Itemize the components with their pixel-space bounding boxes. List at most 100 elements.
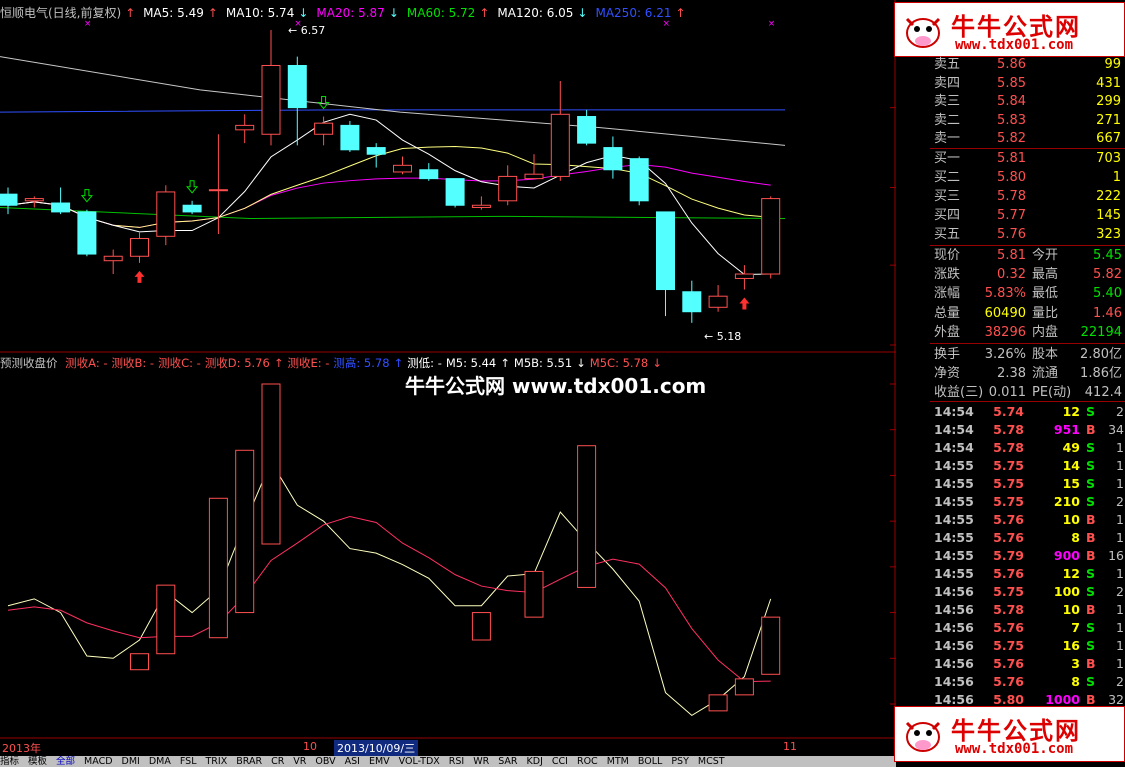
tick-price: 5.76 <box>993 656 1024 671</box>
forecast-candle <box>235 449 255 614</box>
tick-count: 1 <box>1116 620 1124 635</box>
tab-obv[interactable]: OBV <box>315 756 335 767</box>
tick-time: 14:56 <box>934 656 974 671</box>
indicator-tab-bar[interactable]: 指标 模板 全部 MACD DMI DMA FSL TRIX BRAR CR VR OBV ASI EMV… <box>0 756 896 767</box>
tab-cr[interactable]: CR <box>271 756 284 767</box>
tick-volume: 951 <box>1053 422 1080 437</box>
tab-vr[interactable]: VR <box>293 756 306 767</box>
tab-指标[interactable]: 指标 <box>0 756 19 767</box>
bid-volume: 703 <box>1096 151 1121 166</box>
sell-signal-icon <box>80 189 93 203</box>
selected-date[interactable]: 2013/10/09/三 <box>334 740 419 756</box>
tick-volume: 7 <box>1071 620 1080 635</box>
stat-label: 今开 <box>1032 248 1059 263</box>
stat-label: 最低 <box>1032 286 1059 302</box>
tick-row: 14:56 5.76 7 S 1 <box>934 619 1125 637</box>
tick-count: 1 <box>1116 656 1124 671</box>
tick-volume: 900 <box>1053 548 1080 563</box>
tab-wr[interactable]: WR <box>473 756 489 767</box>
candle-up <box>261 64 281 135</box>
ma-label: MA5: 5.49 <box>143 6 204 20</box>
forecast-candle <box>261 383 281 545</box>
tab-roc[interactable]: ROC <box>577 756 598 767</box>
stat-row: 现价 5.81 今开 5.45 <box>934 246 1125 265</box>
tick-time: 14:55 <box>934 530 974 545</box>
ask-price: 5.84 <box>997 94 1026 110</box>
tick-price: 5.76 <box>993 512 1024 527</box>
bid-label: 买一 <box>934 151 961 166</box>
tick-time: 14:54 <box>934 440 974 455</box>
tick-side: S <box>1086 620 1096 635</box>
stat-value: 22194 <box>1080 324 1122 340</box>
tab-dma[interactable]: DMA <box>149 756 171 767</box>
tab-mcst[interactable]: MCST <box>698 756 725 767</box>
tab-mtm[interactable]: MTM <box>607 756 629 767</box>
tab-trix[interactable]: TRIX <box>206 756 228 767</box>
tab-psy[interactable]: PSY <box>671 756 689 767</box>
chart-area[interactable]: 6.225.865.515.15××××6.806.606.406.206.00… <box>0 0 896 767</box>
logo-url: www.tdx001.com <box>955 37 1074 53</box>
tick-side: S <box>1086 404 1096 419</box>
tick-row: 14:56 5.75 100 S 2 <box>934 583 1125 601</box>
candle-down <box>682 291 702 313</box>
indicator-label: 测高: 5.78 <box>333 356 390 370</box>
ask-price: 5.85 <box>997 75 1026 91</box>
stat-value: 60490 <box>984 305 1026 321</box>
tab-asi[interactable]: ASI <box>345 756 360 767</box>
indicator-labels: 测收A: - 测收B: - 测收C: - 测收D: 5.76 ↑ 测收E: - 测高: 5.… <box>65 356 666 370</box>
tick-time: 14:56 <box>934 674 974 689</box>
tick-volume: 1000 <box>1045 692 1080 707</box>
candle-up <box>498 175 518 202</box>
stat-row: 收益(三) 0.011 PE(动) 412.4 <box>934 383 1125 402</box>
tab-macd[interactable]: MACD <box>84 756 112 767</box>
bid-row: 买四 5.77 145 <box>934 207 1125 225</box>
date-label-next: 11 <box>783 740 797 753</box>
tick-volume: 210 <box>1053 494 1080 509</box>
tab-cci[interactable]: CCI <box>552 756 568 767</box>
tick-price: 5.75 <box>993 494 1024 509</box>
ma-label: MA20: 5.87 <box>316 6 385 20</box>
trend-arrow: ↓ <box>576 356 586 370</box>
stat-label: 涨幅 <box>934 286 961 302</box>
tab-rsi[interactable]: RSI <box>449 756 464 767</box>
candle-up <box>761 198 781 275</box>
indicator-label: 测收C: - <box>158 356 201 370</box>
tab-vol-tdx[interactable]: VOL-TDX <box>399 756 440 767</box>
tick-count: 1 <box>1116 602 1124 617</box>
stat-row: 涨幅 5.83% 最低 5.40 <box>934 284 1125 303</box>
tab-brar[interactable]: BRAR <box>236 756 262 767</box>
candle-down <box>77 211 97 255</box>
stat-value: 5.40 <box>1093 286 1122 302</box>
stat-value: 2.80亿 <box>1080 347 1122 362</box>
tick-count: 2 <box>1116 404 1124 419</box>
tick-side: B <box>1086 512 1096 527</box>
tick-side: S <box>1086 440 1096 455</box>
cow-logo-icon <box>905 17 941 48</box>
high-annotation: ← 6.57 <box>288 24 326 37</box>
tick-volume: 12 <box>1062 404 1080 419</box>
candle-up <box>103 255 123 262</box>
title-arrow: ↑ <box>125 6 136 20</box>
tick-time: 14:55 <box>934 476 974 491</box>
candle-up <box>235 124 255 131</box>
stat-label: 换手 <box>934 347 961 362</box>
tick-volume: 8 <box>1071 530 1080 545</box>
candle-up <box>208 189 228 192</box>
candle-up <box>314 122 334 135</box>
tab-dmi[interactable]: DMI <box>122 756 140 767</box>
candle-down <box>419 169 439 180</box>
tab-boll[interactable]: BOLL <box>638 756 662 767</box>
bid-row: 买三 5.78 222 <box>934 188 1125 206</box>
tick-row: 14:55 5.79 900 B 16 <box>934 547 1125 565</box>
tab-模板[interactable]: 模板 <box>28 756 47 767</box>
tab-fsl[interactable]: FSL <box>180 756 197 767</box>
forecast-candle <box>130 653 149 671</box>
tick-side: S <box>1086 674 1096 689</box>
tab-kdj[interactable]: KDJ <box>527 756 543 767</box>
tab-sar[interactable]: SAR <box>498 756 517 767</box>
tab-全部[interactable]: 全部 <box>56 756 75 767</box>
tab-emv[interactable]: EMV <box>369 756 390 767</box>
candle-up <box>708 295 728 308</box>
candle-down <box>0 193 18 206</box>
tick-count: 34 <box>1108 422 1124 437</box>
